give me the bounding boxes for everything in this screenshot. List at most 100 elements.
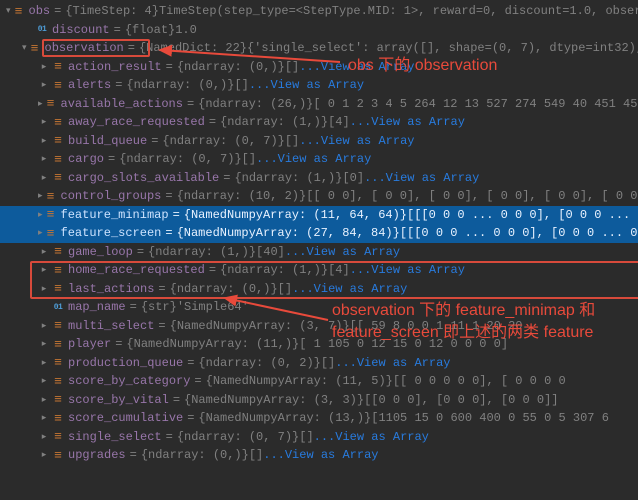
chevron-right-icon[interactable]: ▸ bbox=[38, 135, 50, 147]
variable-type: {NamedNumpyArray: (3, 7)} bbox=[170, 319, 350, 333]
tree-row-home_race_requested[interactable]: ▸home_race_requested = {ndarray: (1,)} [… bbox=[0, 261, 638, 280]
chevron-right-icon[interactable]: ▸ bbox=[38, 338, 50, 350]
variable-name: alerts bbox=[68, 78, 111, 92]
view-as-array-link[interactable]: ...View as Array bbox=[299, 134, 414, 148]
tree-row-discount[interactable]: discount = {float} 1.0 bbox=[0, 21, 638, 40]
tree-row-control_groups[interactable]: ▸control_groups = {ndarray: (10, 2)} [[ … bbox=[0, 187, 638, 206]
variable-type: {ndarray: (0,)} bbox=[170, 282, 278, 296]
equals-sign: = bbox=[54, 4, 61, 18]
view-as-array-link[interactable]: ...View as Array bbox=[299, 60, 414, 74]
tree-row-cargo[interactable]: ▸cargo = {ndarray: (0, 7)} []...View as … bbox=[0, 150, 638, 169]
variable-name: available_actions bbox=[61, 97, 183, 111]
view-as-array-link[interactable]: ...View as Array bbox=[285, 245, 400, 259]
value-icon bbox=[51, 300, 65, 314]
variable-value: [1105 15 0 600 400 0 55 0 5 307 6 bbox=[371, 411, 609, 425]
tree-row-score_by_vital[interactable]: ▸score_by_vital = {NamedNumpyArray: (3, … bbox=[0, 391, 638, 410]
variable-value: TimeStep(step_type=<StepType.MID: 1>, re… bbox=[159, 4, 638, 18]
variable-value: [] bbox=[321, 356, 335, 370]
equals-sign: = bbox=[165, 189, 172, 203]
chevron-right-icon[interactable]: ▸ bbox=[38, 116, 50, 128]
chevron-right-icon[interactable]: ▸ bbox=[38, 209, 43, 221]
list-icon bbox=[51, 374, 65, 388]
tree-row-away_race_requested[interactable]: ▸away_race_requested = {ndarray: (1,)} [… bbox=[0, 113, 638, 132]
tree-row-cargo_slots_available[interactable]: ▸cargo_slots_available = {ndarray: (1,)}… bbox=[0, 169, 638, 188]
variable-type: {ndarray: (0, 7)} bbox=[119, 152, 241, 166]
tree-row-feature_screen[interactable]: ▸feature_screen = {NamedNumpyArray: (27,… bbox=[0, 224, 638, 243]
tree-row-build_queue[interactable]: ▸build_queue = {ndarray: (0, 7)} []...Vi… bbox=[0, 132, 638, 151]
view-as-array-link[interactable]: ...View as Array bbox=[350, 115, 465, 129]
view-as-array-link[interactable]: ...View as Array bbox=[249, 78, 364, 92]
equals-sign: = bbox=[209, 263, 216, 277]
chevron-right-icon[interactable]: ▸ bbox=[38, 153, 50, 165]
tree-row-alerts[interactable]: ▸alerts = {ndarray: (0,)} []...View as A… bbox=[0, 76, 638, 95]
variable-type: {NamedNumpyArray: (3, 3)} bbox=[184, 393, 364, 407]
variable-type: {ndarray: (0, 2)} bbox=[198, 356, 320, 370]
equals-sign: = bbox=[137, 245, 144, 259]
view-as-array-link[interactable]: ...View as Array bbox=[314, 430, 429, 444]
view-as-array-link[interactable]: ...View as Array bbox=[350, 263, 465, 277]
chevron-right-icon[interactable]: ▸ bbox=[38, 394, 50, 406]
tree-row-map_name[interactable]: map_name = {str} 'Simple64' bbox=[0, 298, 638, 317]
list-icon bbox=[51, 411, 65, 425]
chevron-right-icon[interactable]: ▸ bbox=[38, 61, 50, 73]
equals-sign: = bbox=[173, 208, 180, 222]
variable-type: {NamedNumpyArray: (13,)} bbox=[198, 411, 371, 425]
chevron-right-icon[interactable]: ▸ bbox=[38, 190, 43, 202]
chevron-right-icon[interactable]: ▸ bbox=[38, 98, 43, 110]
variable-name: score_by_vital bbox=[68, 393, 169, 407]
view-as-array-link[interactable]: ...View as Array bbox=[335, 356, 450, 370]
list-icon bbox=[44, 226, 58, 240]
chevron-right-icon[interactable]: ▸ bbox=[38, 172, 50, 184]
chevron-down-icon[interactable]: ▾ bbox=[22, 42, 27, 54]
chevron-right-icon[interactable]: ▸ bbox=[38, 320, 50, 332]
tree-row-score_cumulative[interactable]: ▸score_cumulative = {NamedNumpyArray: (1… bbox=[0, 409, 638, 428]
tree-row-single_select[interactable]: ▸single_select = {ndarray: (0, 7)} []...… bbox=[0, 428, 638, 447]
variable-type: {float} bbox=[125, 23, 175, 37]
variable-value: 1.0 bbox=[175, 23, 197, 37]
chevron-right-icon[interactable]: ▸ bbox=[38, 227, 43, 239]
list-icon bbox=[51, 78, 65, 92]
chevron-right-icon[interactable]: ▸ bbox=[38, 283, 50, 295]
view-as-array-link[interactable]: ...View as Array bbox=[364, 171, 479, 185]
equals-sign: = bbox=[223, 171, 230, 185]
tree-row-score_by_category[interactable]: ▸score_by_category = {NamedNumpyArray: (… bbox=[0, 372, 638, 391]
tree-row-action_result[interactable]: ▸action_result = {ndarray: (0,)} []...Vi… bbox=[0, 58, 638, 77]
view-as-array-link[interactable]: ...View as Array bbox=[256, 152, 371, 166]
list-icon bbox=[44, 189, 58, 203]
list-icon bbox=[51, 115, 65, 129]
chevron-right-icon[interactable]: ▸ bbox=[38, 431, 50, 443]
list-icon bbox=[51, 430, 65, 444]
chevron-right-icon[interactable]: ▸ bbox=[38, 246, 50, 258]
tree-row-game_loop[interactable]: ▸game_loop = {ndarray: (1,)} [40]...View… bbox=[0, 243, 638, 262]
chevron-right-icon[interactable]: ▸ bbox=[38, 79, 50, 91]
chevron-right-icon[interactable]: ▸ bbox=[38, 357, 50, 369]
tree-row-available_actions[interactable]: ▸available_actions = {ndarray: (26,)} [ … bbox=[0, 95, 638, 114]
tree-row-player[interactable]: ▸player = {NamedNumpyArray: (11,)} [ 1 1… bbox=[0, 335, 638, 354]
variable-name: action_result bbox=[68, 60, 162, 74]
chevron-right-icon[interactable]: ▸ bbox=[38, 264, 50, 276]
view-as-array-link[interactable]: ...View as Array bbox=[263, 448, 378, 462]
tree-row-multi_select[interactable]: ▸multi_select = {NamedNumpyArray: (3, 7)… bbox=[0, 317, 638, 336]
variable-name: multi_select bbox=[68, 319, 154, 333]
variable-value: [] bbox=[249, 448, 263, 462]
variable-value: [] bbox=[278, 282, 292, 296]
chevron-right-icon[interactable]: ▸ bbox=[38, 375, 50, 387]
variable-name: last_actions bbox=[68, 282, 154, 296]
tree-row-production_queue[interactable]: ▸production_queue = {ndarray: (0, 2)} []… bbox=[0, 354, 638, 373]
tree-row-feature_minimap[interactable]: ▸feature_minimap = {NamedNumpyArray: (11… bbox=[0, 206, 638, 225]
tree-row-upgrades[interactable]: ▸upgrades = {ndarray: (0,)} []...View as… bbox=[0, 446, 638, 465]
chevron-down-icon[interactable]: ▾ bbox=[6, 5, 11, 17]
variable-name: single_select bbox=[68, 430, 162, 444]
equals-sign: = bbox=[165, 226, 172, 240]
tree-row-last_actions[interactable]: ▸last_actions = {ndarray: (0,)} []...Vie… bbox=[0, 280, 638, 299]
tree-row-observation[interactable]: ▾observation = {NamedDict: 22} {'single_… bbox=[0, 39, 638, 58]
list-icon bbox=[51, 263, 65, 277]
chevron-right-icon[interactable]: ▸ bbox=[38, 449, 50, 461]
variable-name: control_groups bbox=[61, 189, 162, 203]
list-icon bbox=[51, 171, 65, 185]
tree-row-obs[interactable]: ▾obs = {TimeStep: 4} TimeStep(step_type=… bbox=[0, 2, 638, 21]
list-icon bbox=[44, 208, 58, 222]
view-as-array-link[interactable]: ...View as Array bbox=[292, 282, 407, 296]
variable-type: {NamedNumpyArray: (11, 5)} bbox=[206, 374, 393, 388]
chevron-right-icon[interactable]: ▸ bbox=[38, 412, 50, 424]
